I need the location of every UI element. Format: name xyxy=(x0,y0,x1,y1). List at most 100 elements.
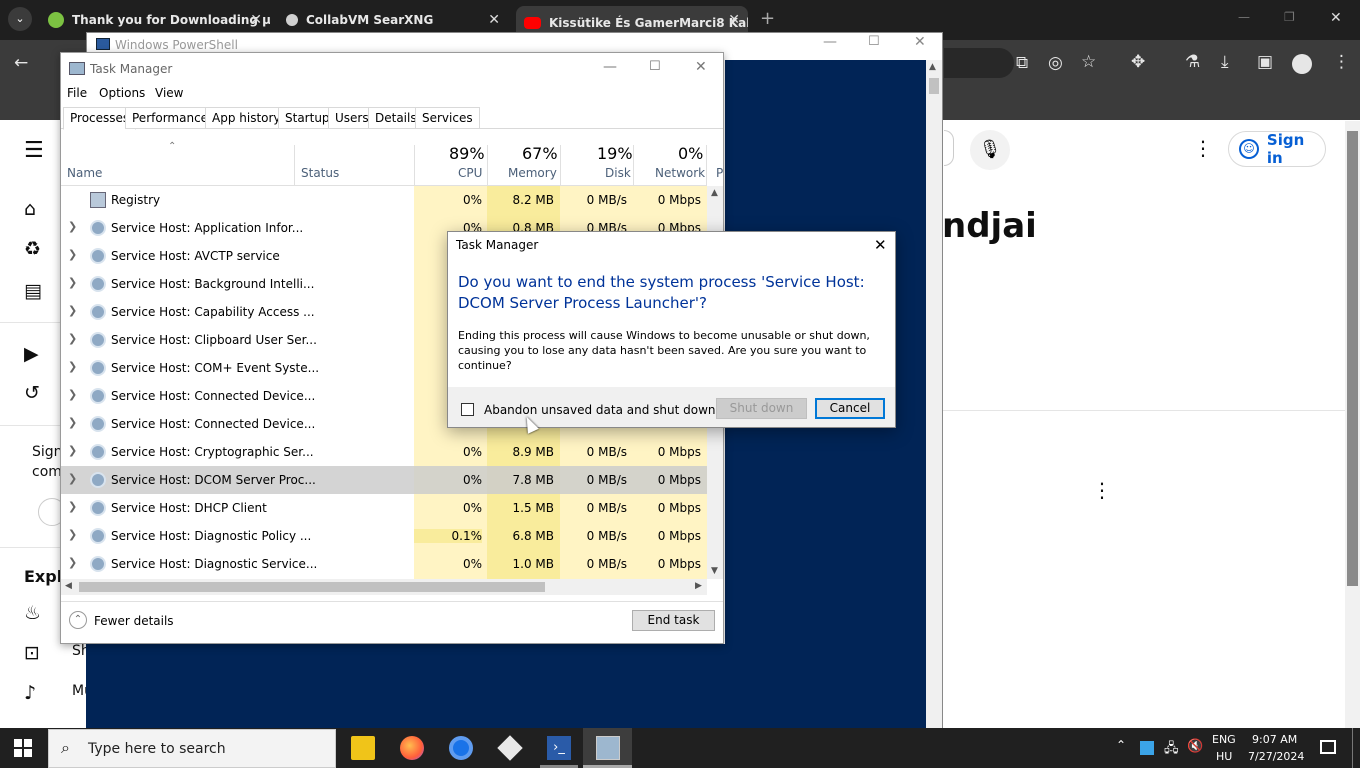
shut-down-button[interactable]: Shut down xyxy=(716,398,807,419)
powershell-minimize-button[interactable]: — xyxy=(823,34,837,50)
scroll-down-arrow-icon[interactable]: ▼ xyxy=(711,566,718,576)
close-tab-icon[interactable]: ✕ xyxy=(488,12,500,28)
tab-performance[interactable]: Performance xyxy=(125,107,216,129)
address-bar[interactable] xyxy=(944,48,1014,78)
scroll-up-arrow-icon[interactable]: ▲ xyxy=(711,188,718,198)
table-row[interactable]: Registry 0% 8.2 MB 0 MB/s 0 Mbps xyxy=(61,186,707,214)
input-language[interactable]: ENG xyxy=(1212,733,1236,746)
tm-close-button[interactable]: ✕ xyxy=(695,59,707,75)
expand-chevron-icon[interactable]: ❯ xyxy=(68,416,77,429)
scroll-left-arrow-icon[interactable]: ◀ xyxy=(65,581,72,591)
shopping-bag-icon[interactable]: ⊡ xyxy=(24,642,40,664)
show-hidden-icons-chevron-icon[interactable]: ⌃ xyxy=(1116,738,1126,752)
volume-muted-icon[interactable]: 🔇 xyxy=(1187,739,1203,754)
powershell-taskbar-icon[interactable]: ›_ xyxy=(547,736,571,760)
menu-file[interactable]: File xyxy=(67,86,87,100)
expand-chevron-icon[interactable]: ❯ xyxy=(68,276,77,289)
expand-chevron-icon[interactable]: ❯ xyxy=(68,500,77,513)
trending-icon[interactable]: ♨ xyxy=(24,602,41,624)
table-row[interactable]: ❯ Service Host: DHCP Client 0% 1.5 MB 0 … xyxy=(61,494,707,522)
column-disk[interactable]: Disk xyxy=(605,166,631,180)
tab-app-history[interactable]: App history xyxy=(205,107,288,129)
dialog-close-button[interactable]: ✕ xyxy=(874,236,887,254)
tm-minimize-button[interactable]: — xyxy=(603,59,617,75)
download-icon[interactable]: ⤓ xyxy=(1221,52,1229,72)
powershell-maximize-button[interactable]: ☐ xyxy=(868,34,880,49)
table-row-selected[interactable]: ❯ Service Host: DCOM Server Proc... 0% 7… xyxy=(61,466,707,494)
home-icon[interactable]: ⌂ xyxy=(24,198,36,220)
new-tab-button[interactable]: + xyxy=(760,8,775,29)
fewer-details-link[interactable]: Fewer details xyxy=(94,614,174,628)
chrome-icon[interactable] xyxy=(449,736,473,760)
scrollbar-thumb[interactable] xyxy=(1347,131,1358,586)
fewer-details-chevron-icon[interactable]: ⌃ xyxy=(69,611,87,629)
network-icon[interactable]: 🖧 xyxy=(1164,739,1179,761)
expand-chevron-icon[interactable]: ❯ xyxy=(68,444,77,457)
shorts-icon[interactable]: ♻ xyxy=(24,238,41,260)
expand-chevron-icon[interactable]: ❯ xyxy=(68,248,77,261)
eye-off-icon[interactable]: ◎ xyxy=(1048,53,1063,73)
task-manager-taskbar-icon[interactable] xyxy=(596,736,620,760)
clock-date[interactable]: 7/27/2024 xyxy=(1248,750,1304,763)
show-desktop-strip[interactable] xyxy=(1352,728,1353,768)
table-row[interactable]: ❯ Service Host: Diagnostic Service... 0%… xyxy=(61,550,707,578)
column-status[interactable]: Status xyxy=(301,166,339,180)
library-icon[interactable]: ▶ xyxy=(24,343,39,365)
powershell-console-bottom[interactable] xyxy=(86,644,926,730)
table-row[interactable]: ❯ Service Host: Diagnostic Policy ... 0.… xyxy=(61,522,707,550)
subscriptions-icon[interactable]: ▤ xyxy=(24,280,42,302)
close-browser-button[interactable]: ✕ xyxy=(1330,10,1342,26)
column-network[interactable]: Network xyxy=(655,166,705,180)
abandon-data-checkbox-label[interactable]: Abandon unsaved data and shut down. xyxy=(484,403,719,417)
expand-chevron-icon[interactable]: ❯ xyxy=(68,220,77,233)
file-explorer-icon[interactable] xyxy=(351,736,375,760)
column-memory[interactable]: Memory xyxy=(508,166,557,180)
expand-chevron-icon[interactable]: ❯ xyxy=(68,360,77,373)
expand-chevron-icon[interactable]: ❯ xyxy=(68,304,77,317)
labs-flask-icon[interactable]: ⚗ xyxy=(1185,52,1200,72)
scrollbar-thumb[interactable] xyxy=(79,582,545,592)
hamburger-menu-icon[interactable]: ☰ xyxy=(24,138,44,163)
settings-kebab-icon[interactable]: ⋮ xyxy=(1193,136,1213,160)
voice-search-microphone-icon[interactable]: 🎙 xyxy=(970,130,1010,170)
tab-search-button[interactable]: ⌄ xyxy=(8,7,32,31)
notification-center-icon[interactable] xyxy=(1320,740,1336,754)
expand-chevron-icon[interactable]: ❯ xyxy=(68,472,77,485)
abandon-data-checkbox[interactable] xyxy=(461,403,474,416)
menu-options[interactable]: Options xyxy=(99,86,145,100)
side-panel-icon[interactable]: ▣ xyxy=(1257,52,1273,72)
browser-tab-2[interactable]: CollabVM SearXNG ✕ xyxy=(278,6,508,34)
tray-app-icon[interactable] xyxy=(1140,741,1154,755)
firefox-icon[interactable] xyxy=(400,736,424,760)
scroll-right-arrow-icon[interactable]: ▶ xyxy=(695,581,702,591)
history-icon[interactable]: ↺ xyxy=(24,382,40,404)
powershell-scrollbar[interactable]: ▲ xyxy=(926,60,942,730)
menu-view[interactable]: View xyxy=(155,86,183,100)
expand-chevron-icon[interactable]: ❯ xyxy=(68,556,77,569)
back-arrow-icon[interactable]: ← xyxy=(14,53,28,73)
cancel-button[interactable]: Cancel xyxy=(815,398,885,419)
minimize-browser-button[interactable]: — xyxy=(1238,10,1250,24)
scrollbar-thumb[interactable] xyxy=(929,78,939,94)
close-tab-icon[interactable]: ✕ xyxy=(250,12,262,28)
restore-browser-button[interactable]: ❐ xyxy=(1284,10,1295,24)
browser-tab-1[interactable]: Thank you for Downloading µT ✕ xyxy=(40,6,270,34)
music-note-icon[interactable]: ♪ xyxy=(24,682,36,704)
video-options-kebab-icon[interactable]: ⋮ xyxy=(1092,478,1112,502)
extensions-icon[interactable]: ✥ xyxy=(1131,52,1145,72)
end-task-button[interactable]: End task xyxy=(632,610,715,631)
youtube-scrollbar[interactable] xyxy=(1345,121,1360,728)
input-region[interactable]: HU xyxy=(1216,750,1232,763)
sign-in-button[interactable]: ☺ Sign in xyxy=(1228,131,1326,167)
taskbar-search-box[interactable]: ⌕ Type here to search xyxy=(48,729,336,768)
close-tab-icon[interactable]: ✕ xyxy=(728,12,740,28)
process-list-hscroll[interactable]: ◀ ▶ xyxy=(61,579,707,595)
clock-time[interactable]: 9:07 AM xyxy=(1252,733,1297,746)
column-name[interactable]: Name xyxy=(67,166,102,180)
expand-chevron-icon[interactable]: ❯ xyxy=(68,388,77,401)
column-power[interactable]: P xyxy=(716,166,723,180)
powershell-close-button[interactable]: ✕ xyxy=(914,34,926,50)
expand-chevron-icon[interactable]: ❯ xyxy=(68,332,77,345)
chrome-menu-icon[interactable]: ⋮ xyxy=(1333,52,1350,72)
tab-services[interactable]: Services xyxy=(415,107,480,129)
